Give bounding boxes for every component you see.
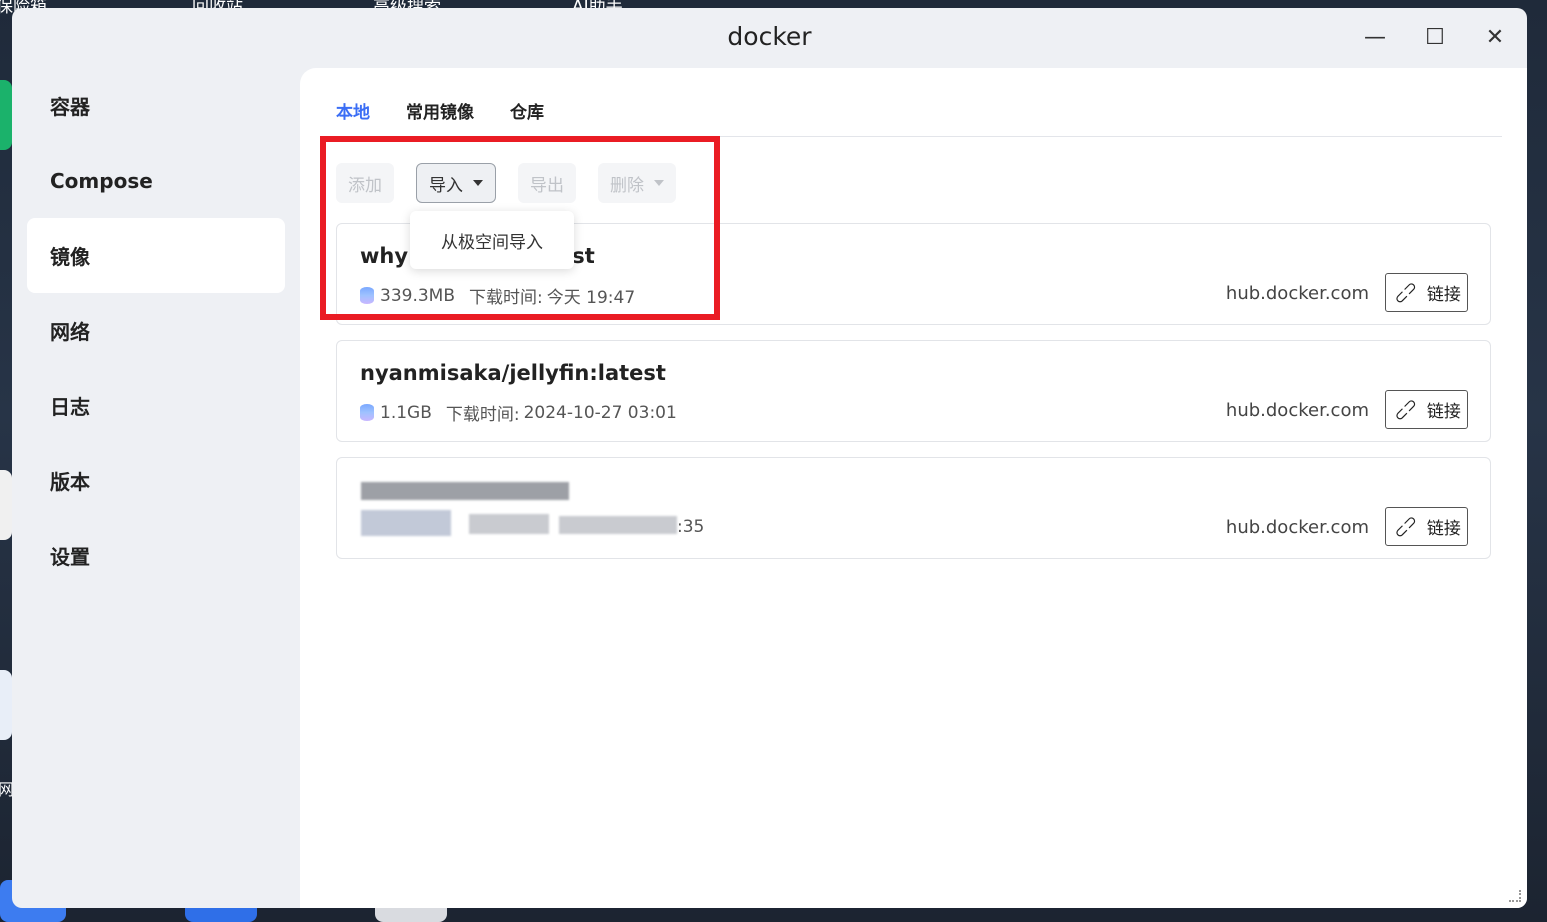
redacted-name (361, 482, 569, 500)
link-button[interactable]: ⊂⊃ 链接 (1385, 390, 1468, 429)
redacted-size (361, 510, 451, 536)
sidebar-item-logs[interactable]: 日志 (27, 368, 285, 443)
resize-grip-icon[interactable] (1509, 890, 1521, 902)
export-button-label: 导出 (530, 175, 564, 196)
link-icon: ⊂⊃ (1389, 276, 1422, 309)
image-size: 1.1GB (380, 402, 432, 423)
import-button[interactable]: 导入 (416, 163, 496, 203)
desktop-app-icon[interactable] (0, 80, 12, 150)
image-card: nyanmisaka/jellyfin:latest 1.1GB 下载时间: 2… (336, 340, 1491, 442)
image-list: why est 339.3MB 下载时间: 今天 19:47 hub.docker… (336, 223, 1491, 574)
delete-button[interactable]: 删除 (598, 163, 676, 203)
caret-down-icon (654, 180, 664, 186)
sidebar-item-containers[interactable]: 容器 (27, 68, 285, 143)
image-source: hub.docker.com (1225, 283, 1369, 304)
window-title: docker (727, 22, 812, 51)
desktop-app-icon[interactable] (0, 670, 12, 740)
link-button[interactable]: ⊂⊃ 链接 (1385, 273, 1468, 312)
link-icon: ⊂⊃ (1389, 393, 1422, 426)
docker-window: docker — ☐ ✕ 容器 Compose 镜像 网络 日志 版本 设置 本… (12, 8, 1527, 908)
image-source: hub.docker.com (1225, 400, 1369, 421)
close-button[interactable]: ✕ (1477, 22, 1513, 52)
close-icon: ✕ (1485, 24, 1505, 50)
download-time: 今天 19:47 (546, 288, 636, 308)
download-time-label: 下载时间: (469, 288, 543, 308)
delete-button-label: 删除 (610, 175, 644, 196)
caret-down-icon (473, 180, 483, 186)
link-button-label: 链接 (1426, 402, 1461, 422)
tab-registry[interactable]: 仓库 (510, 98, 544, 123)
sidebar-item-compose[interactable]: Compose (27, 143, 285, 218)
add-button[interactable]: 添加 (336, 163, 394, 203)
sidebar-item-images[interactable]: 镜像 (27, 218, 285, 293)
tab-bar: 本地 常用镜像 仓库 (336, 98, 544, 123)
storage-icon (360, 287, 374, 304)
toolbar: 添加 导入 导出 删除 (336, 163, 676, 203)
export-button[interactable]: 导出 (518, 163, 576, 203)
download-time: 2024-10-27 03:01 (523, 402, 677, 423)
maximize-button[interactable]: ☐ (1417, 22, 1453, 52)
tab-common-images[interactable]: 常用镜像 (406, 98, 474, 123)
link-button-label: 链接 (1426, 519, 1461, 539)
link-icon: ⊂⊃ (1389, 510, 1422, 543)
image-meta: 1.1GB 下载时间: 2024-10-27 03:01 (360, 400, 677, 425)
maximize-icon: ☐ (1425, 24, 1445, 50)
image-card: :35 hub.docker.com ⊂⊃ 链接 (336, 457, 1491, 559)
redacted-time (559, 516, 677, 534)
import-menu-item-from-zspace[interactable]: 从极空间导入 (410, 211, 574, 269)
redacted-label (469, 514, 549, 534)
image-size: 339.3MB (380, 285, 455, 306)
minimize-icon: — (1364, 24, 1386, 50)
sidebar-item-network[interactable]: 网络 (27, 293, 285, 368)
import-button-label: 导入 (429, 175, 463, 196)
image-meta-tail: :35 (677, 517, 705, 537)
tab-divider (324, 136, 1502, 137)
download-time-label: 下载时间: (445, 405, 520, 425)
sidebar-item-version[interactable]: 版本 (27, 443, 285, 518)
add-button-label: 添加 (348, 175, 382, 196)
image-source: hub.docker.com (1225, 517, 1369, 538)
image-name: nyanmisaka/jellyfin:latest (360, 361, 666, 385)
minimize-button[interactable]: — (1357, 22, 1393, 52)
main-panel: 本地 常用镜像 仓库 添加 导入 导出 删除 why est 339.3MB 下载… (300, 68, 1527, 908)
desktop-app-icon[interactable] (0, 470, 12, 540)
image-meta: 339.3MB 下载时间: 今天 19:47 (360, 283, 635, 308)
image-name-start: why (360, 244, 409, 268)
sidebar: 容器 Compose 镜像 网络 日志 版本 设置 (27, 68, 285, 593)
link-button-label: 链接 (1426, 285, 1461, 305)
storage-icon (360, 404, 374, 421)
tab-local[interactable]: 本地 (336, 98, 370, 123)
title-bar: docker — ☐ ✕ (12, 8, 1527, 70)
sidebar-item-settings[interactable]: 设置 (27, 518, 285, 593)
link-button[interactable]: ⊂⊃ 链接 (1385, 507, 1468, 546)
